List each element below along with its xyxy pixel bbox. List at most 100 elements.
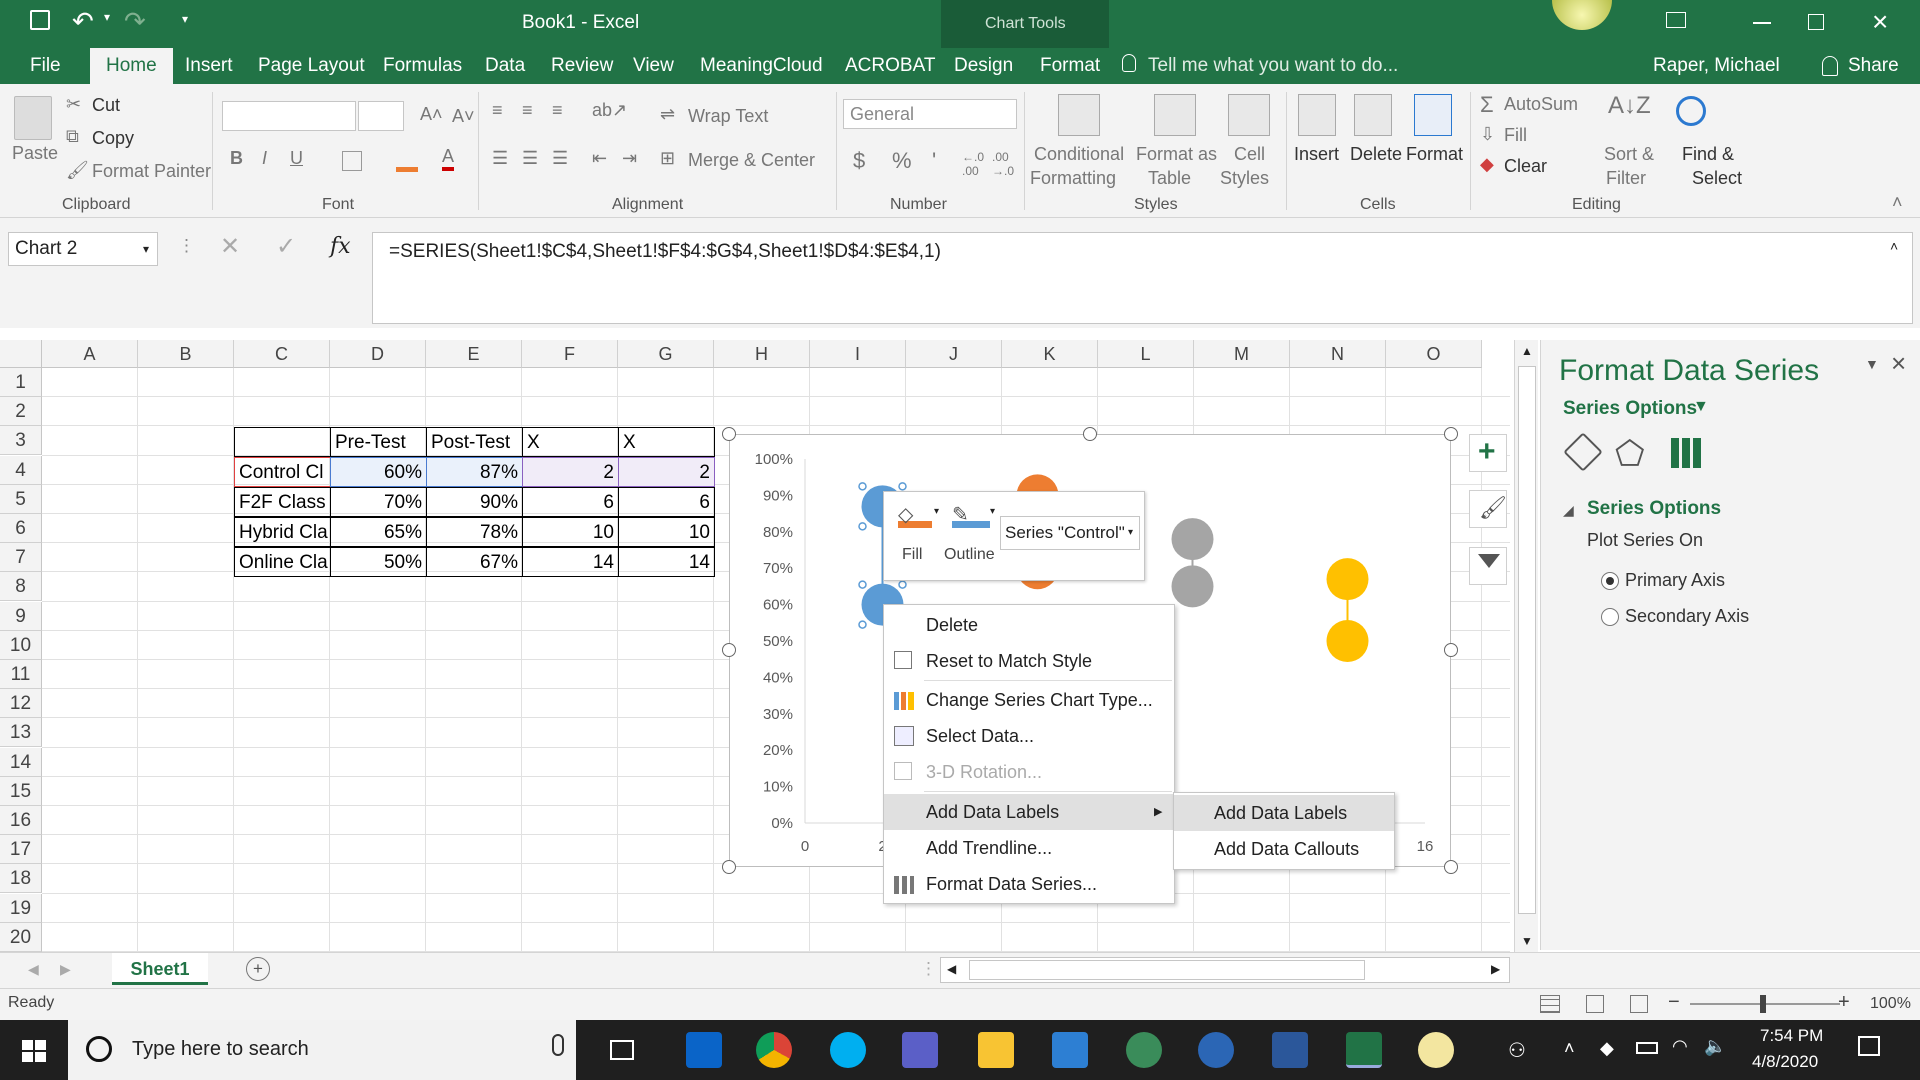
delete-cells-icon[interactable] <box>1354 94 1392 136</box>
scroll-right-icon[interactable]: ▶ <box>1491 962 1500 976</box>
wifi-icon[interactable]: ◠ <box>1672 1036 1688 1057</box>
collapse-caret-icon[interactable]: ◢ <box>1563 502 1574 519</box>
outline-button-label[interactable]: Outline <box>944 546 995 564</box>
page-layout-view-icon[interactable] <box>1586 995 1604 1013</box>
borders-icon[interactable] <box>342 151 362 171</box>
column-header-d[interactable]: D <box>330 340 426 368</box>
menu-select-data[interactable]: Select Data... <box>884 718 1174 754</box>
scroll-up-icon[interactable]: ▲ <box>1521 344 1533 358</box>
sort-filter-icon[interactable]: A↓Z <box>1608 92 1651 120</box>
row-header-2[interactable]: 2 <box>0 397 42 427</box>
menu-add-trendline[interactable]: Add Trendline... <box>884 830 1174 866</box>
row-header-4[interactable]: 4 <box>0 455 42 485</box>
sheet-tab-sheet1[interactable]: Sheet1 <box>112 953 208 985</box>
row-header-8[interactable]: 8 <box>0 572 42 602</box>
tab-formulas[interactable]: Formulas <box>383 48 462 84</box>
submenu-add-data-labels[interactable]: Add Data Labels <box>1174 795 1394 831</box>
table-header-cell[interactable]: Pre-Test <box>330 427 427 457</box>
align-middle-icon[interactable]: ≡ <box>522 100 533 121</box>
increase-indent-icon[interactable]: ⇥ <box>622 148 637 169</box>
bold-button[interactable]: B <box>230 148 243 169</box>
table-cell[interactable]: 50% <box>330 547 427 577</box>
skype-icon[interactable] <box>830 1032 866 1068</box>
windows-start-icon[interactable] <box>22 1040 46 1062</box>
row-header-16[interactable]: 16 <box>0 806 42 835</box>
conditional-formatting-icon[interactable] <box>1058 94 1100 136</box>
clear-button[interactable]: Clear <box>1504 156 1547 177</box>
tab-meaningcloud[interactable]: MeaningCloud <box>700 48 823 84</box>
font-name-box[interactable] <box>222 101 356 131</box>
submenu-add-data-callouts[interactable]: Add Data Callouts <box>1174 831 1394 867</box>
table-cell[interactable]: 67% <box>426 547 523 577</box>
currency-button[interactable]: $ <box>853 148 865 174</box>
pane-options-dropdown-icon[interactable]: ▼ <box>1865 356 1879 372</box>
zoom-out-button[interactable]: − <box>1668 991 1680 1014</box>
pane-close-icon[interactable]: × <box>1891 348 1906 379</box>
h-scroll-thumb[interactable] <box>969 960 1365 980</box>
row-header-14[interactable]: 14 <box>0 747 42 777</box>
table-cell[interactable]: 14 <box>522 547 619 577</box>
primary-axis-label[interactable]: Primary Axis <box>1625 570 1725 591</box>
table-header-cell[interactable]: X <box>522 427 619 457</box>
share-button[interactable]: Share <box>1848 48 1899 84</box>
chart-filters-button[interactable] <box>1469 547 1507 585</box>
underline-button[interactable]: U <box>290 148 303 169</box>
fill-button[interactable]: Fill <box>1504 125 1527 146</box>
undo-dropdown-icon[interactable]: ▾ <box>104 10 110 24</box>
tab-design[interactable]: Design <box>954 48 1013 84</box>
secondary-axis-label[interactable]: Secondary Axis <box>1625 606 1749 627</box>
copy-button[interactable]: Copy <box>92 128 134 149</box>
row-header-6[interactable]: 6 <box>0 514 42 543</box>
row-header-17[interactable]: 17 <box>0 835 42 865</box>
new-sheet-button[interactable]: + <box>246 957 270 981</box>
dropbox-icon[interactable]: ◆ <box>1600 1038 1614 1059</box>
scroll-down-icon[interactable]: ▼ <box>1521 934 1533 948</box>
column-header-e[interactable]: E <box>426 340 522 368</box>
excel-icon[interactable] <box>1346 1032 1382 1068</box>
column-header-g[interactable]: G <box>618 340 714 368</box>
zoom-slider[interactable] <box>1690 995 1840 1013</box>
horizontal-scrollbar[interactable]: ◀ ▶ <box>940 957 1510 983</box>
table-cell[interactable]: Hybrid Cla <box>234 517 331 547</box>
cell-styles-icon[interactable] <box>1228 94 1270 136</box>
table-cell[interactable]: 87% <box>426 457 523 487</box>
column-header-l[interactable]: L <box>1098 340 1194 368</box>
row-header-11[interactable]: 11 <box>0 660 42 689</box>
font-size-box[interactable] <box>358 101 404 131</box>
table-cell[interactable]: 6 <box>522 487 619 517</box>
decrease-indent-icon[interactable]: ⇤ <box>592 148 607 169</box>
table-header-cell[interactable]: Post-Test <box>426 427 523 457</box>
column-header-m[interactable]: M <box>1194 340 1290 368</box>
menu-format-data-series[interactable]: Format Data Series... <box>884 866 1174 902</box>
number-format-box[interactable]: General <box>843 99 1017 129</box>
table-cell[interactable]: 6 <box>618 487 715 517</box>
row-header-9[interactable]: 9 <box>0 601 42 631</box>
column-header-o[interactable]: O <box>1386 340 1482 368</box>
next-sheet-icon[interactable]: ▶ <box>60 961 71 978</box>
zoom-thumb[interactable] <box>1760 995 1766 1013</box>
sort-filter-button[interactable]: Sort & <box>1604 144 1654 165</box>
format-cells-icon[interactable] <box>1414 94 1452 136</box>
percent-button[interactable]: % <box>892 148 912 174</box>
word-icon[interactable] <box>1272 1032 1308 1068</box>
row-header-1[interactable]: 1 <box>0 368 42 397</box>
grow-font-icon[interactable]: A˄ <box>420 104 443 125</box>
tab-review[interactable]: Review <box>551 48 613 84</box>
tab-format[interactable]: Format <box>1040 48 1100 84</box>
series-options-dropdown[interactable]: Series Options <box>1563 398 1697 420</box>
autosum-button[interactable]: AutoSum <box>1504 94 1578 115</box>
series-options-icon[interactable] <box>1671 438 1701 468</box>
chrome-icon[interactable] <box>756 1032 792 1068</box>
restore-button[interactable] <box>1808 14 1824 30</box>
clock-date[interactable]: 4/8/2020 <box>1752 1052 1818 1072</box>
align-top-icon[interactable]: ≡ <box>492 100 503 121</box>
tell-me-box[interactable]: Tell me what you want to do... <box>1148 48 1398 84</box>
table-cell[interactable]: Online Cla <box>234 547 331 577</box>
tab-file[interactable]: File <box>30 48 61 84</box>
series-options-section[interactable]: Series Options <box>1587 498 1721 520</box>
fill-dropdown-icon[interactable]: ▾ <box>934 506 939 517</box>
user-name[interactable]: Raper, Michael <box>1653 48 1780 84</box>
scroll-thumb[interactable] <box>1518 366 1536 914</box>
menu-change-chart-type[interactable]: Change Series Chart Type... <box>884 682 1174 718</box>
table-cell[interactable]: 78% <box>426 517 523 547</box>
